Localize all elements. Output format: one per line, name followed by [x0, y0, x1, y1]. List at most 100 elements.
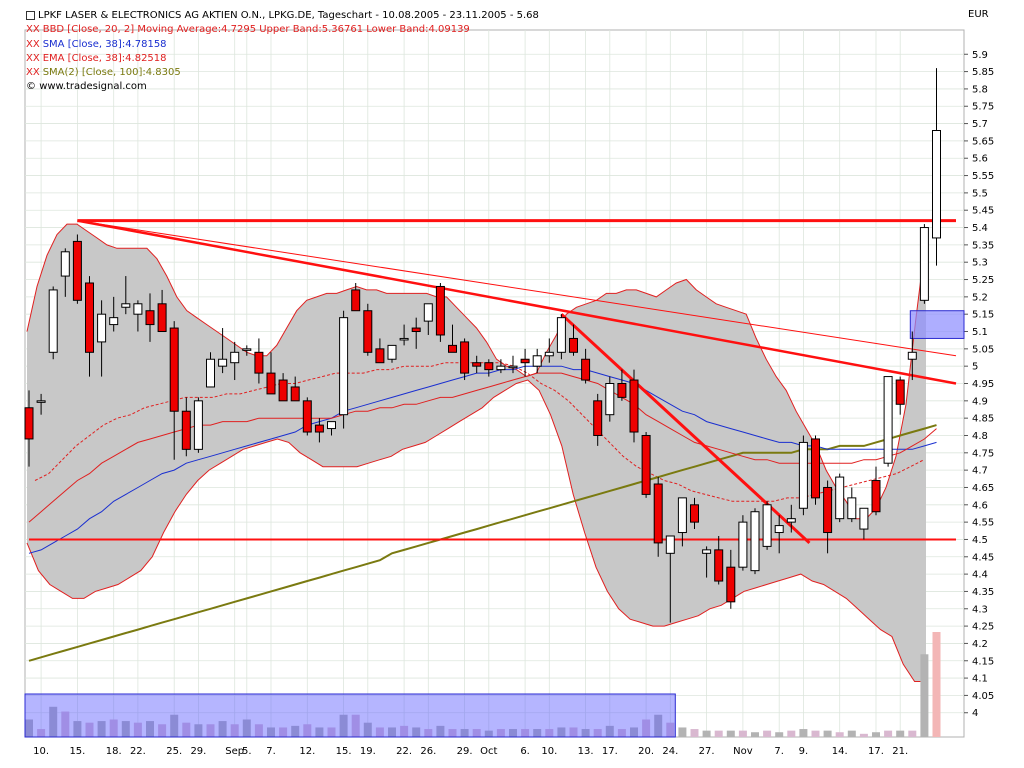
candle-body [460, 341, 470, 374]
x-tick-label: 22. [130, 746, 146, 757]
y-tick-label: 4.7 [972, 466, 988, 477]
legend-item-bbd[interactable]: XX BBD [Close, 20, 2] Moving Average:4.72… [26, 23, 539, 37]
x-tick-label: 17. [868, 746, 884, 757]
candle-body [798, 441, 808, 509]
candle-body [472, 362, 482, 367]
y-tick-label: 5.9 [972, 50, 988, 61]
y-tick-label: 5.3 [972, 258, 988, 269]
y-tick-label: 5 [972, 362, 978, 373]
candle-body [157, 303, 167, 333]
candle-body [181, 410, 191, 450]
legend-label-bbd: BBD [Close, 20, 2] Moving Average:4.7295… [42, 24, 470, 36]
candle-body [290, 386, 300, 402]
y-tick-label: 4.3 [972, 604, 988, 615]
candle-body [109, 317, 119, 326]
candle-body [72, 240, 82, 301]
candle-body [762, 504, 772, 547]
candle-body [883, 376, 893, 464]
x-tick-label: 29. [190, 746, 206, 757]
copyright-icon: © [26, 81, 40, 93]
x-tick-label: 10. [541, 746, 557, 757]
legend-label-sma100: SMA(2) [Close, 100]:4.8305 [42, 67, 181, 79]
candle-body [399, 337, 409, 341]
candle-body [919, 227, 929, 301]
x-tick-label: 14. [832, 746, 848, 757]
y-tick-label: 4.05 [972, 691, 994, 702]
candle-body [907, 351, 917, 360]
x-tick-label: Nov [733, 746, 753, 757]
candle-body [726, 566, 736, 603]
candle-body [859, 507, 869, 530]
candle-body [629, 379, 639, 433]
y-tick-label: 4.75 [972, 448, 994, 459]
candle-body [823, 486, 833, 534]
y-tick-label: 4.45 [972, 552, 994, 563]
volume-bar [872, 732, 880, 737]
checkbox-icon [26, 10, 35, 20]
chart: 5.95.855.85.755.75.655.65.555.55.455.45.… [24, 29, 994, 757]
y-tick-label: 4.25 [972, 622, 994, 633]
y-tick-label: 5.15 [972, 310, 994, 321]
candle-body [847, 497, 857, 520]
y-tick-label: 4.5 [972, 535, 988, 546]
volume-bar [884, 730, 893, 737]
volume-bar [738, 730, 747, 737]
legend-item-ema38[interactable]: XX EMA [Close, 38]:4.82518 [26, 52, 539, 66]
candle-body [387, 344, 397, 360]
legend-item-sma38[interactable]: XX SMA [Close, 38]:4.78158 [26, 38, 539, 52]
x-tick-label: 22. [396, 746, 412, 757]
candle-body [786, 518, 796, 523]
y-tick-label: 4.15 [972, 656, 994, 667]
legend-item-sma100[interactable]: XX SMA(2) [Close, 100]:4.8305 [26, 66, 539, 80]
candle-body [327, 421, 336, 430]
cross-icon: XX [26, 24, 40, 36]
candle-body [133, 303, 143, 315]
cross-icon: XX [26, 52, 40, 64]
y-tick-label: 4.8 [972, 431, 988, 442]
candle-body [363, 310, 373, 353]
y-tick-label: 4.9 [972, 396, 988, 407]
x-tick-label: Oct [480, 746, 497, 757]
volume-bar [726, 730, 735, 737]
y-tick-label: 5.4 [972, 223, 988, 234]
candle-body [871, 480, 881, 513]
x-tick-label: 17. [602, 746, 618, 757]
candle-body [690, 504, 699, 523]
candle-body [206, 358, 215, 388]
candle-body [411, 327, 421, 333]
y-tick-label: 5.25 [972, 275, 994, 286]
candle-body [351, 289, 361, 312]
candle-body [278, 379, 288, 402]
volume-bar [823, 730, 832, 737]
candle-body [895, 379, 905, 405]
candle-body [36, 400, 46, 403]
volume-bar [908, 730, 917, 737]
candle-body [738, 521, 748, 568]
x-tick-label: 15. [336, 746, 352, 757]
candle-body [448, 344, 457, 353]
candle-body [24, 407, 34, 440]
x-tick-label: 7. [774, 746, 784, 757]
y-tick-label: 5.85 [972, 67, 994, 78]
cross-icon: XX [26, 38, 40, 50]
volume-bar [702, 730, 711, 737]
y-tick-label: 4.35 [972, 587, 994, 598]
source-label: www.tradesignal.com [39, 81, 147, 93]
legend-label-ema38: EMA [Close, 38]:4.82518 [42, 52, 167, 64]
volume-bar [775, 732, 784, 737]
candle-body [593, 400, 603, 436]
candle-body [121, 303, 131, 308]
x-tick-label: 9. [799, 746, 809, 757]
candle-body [302, 400, 312, 433]
source-row: © www.tradesignal.com [26, 80, 539, 94]
x-tick-label: 21. [892, 746, 908, 757]
candle-body [508, 365, 518, 369]
candle-body [230, 351, 240, 364]
x-tick-label: 26. [420, 746, 436, 757]
candle-body [677, 497, 687, 534]
price-highlight-box [909, 310, 965, 339]
volume-highlight-box [24, 693, 676, 738]
candle-body [532, 355, 542, 367]
candle-body [484, 362, 494, 371]
chart-legend: LPKF LASER & ELECTRONICS AG AKTIEN O.N.,… [26, 9, 539, 95]
